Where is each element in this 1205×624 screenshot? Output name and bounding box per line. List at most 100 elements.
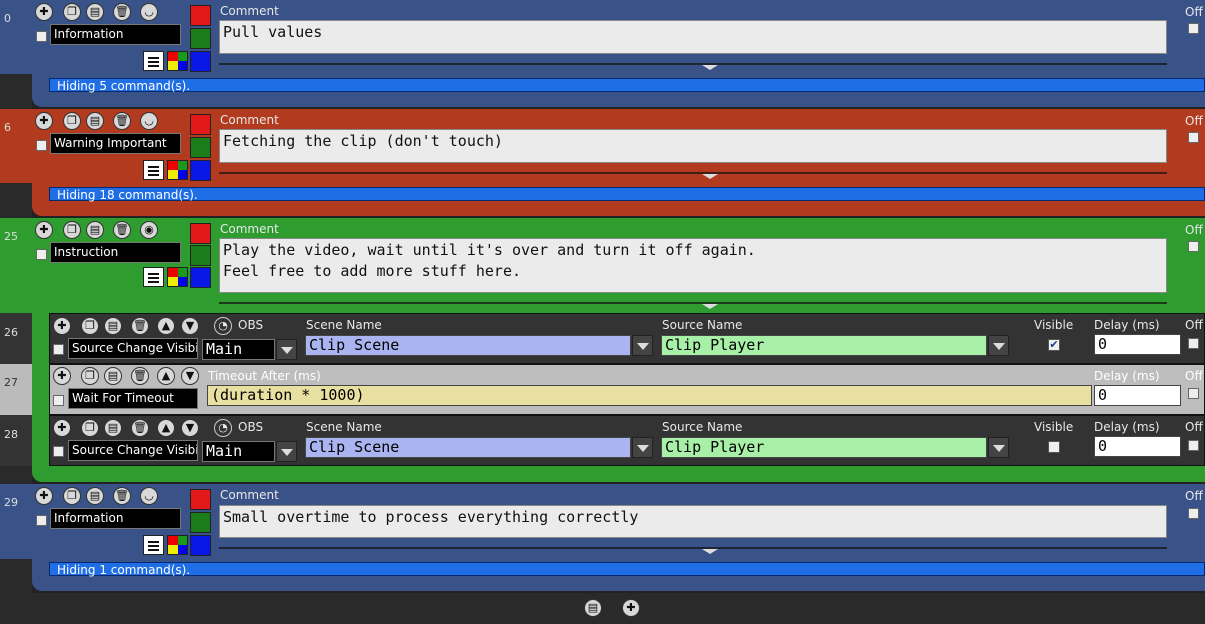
palette-icon[interactable] xyxy=(167,535,188,555)
color-red-swatch[interactable] xyxy=(190,114,211,135)
color-red-swatch[interactable] xyxy=(190,5,211,26)
comment-textarea[interactable]: Play the video, wait until it's over and… xyxy=(219,238,1167,293)
delete-icon[interactable]: 🗑 xyxy=(131,367,149,385)
color-blue-swatch[interactable] xyxy=(190,535,211,556)
comment-textarea[interactable]: Small overtime to process everything cor… xyxy=(219,505,1167,538)
chevron-down-icon[interactable] xyxy=(632,335,653,356)
color-green-swatch[interactable] xyxy=(190,137,211,158)
color-blue-swatch[interactable] xyxy=(190,51,211,72)
source-name-input[interactable]: Clip Player xyxy=(661,335,987,356)
visible-checkbox[interactable] xyxy=(1048,441,1060,453)
chevron-down-icon[interactable] xyxy=(276,441,297,462)
add-icon[interactable]: ✚ xyxy=(53,317,71,335)
delete-icon[interactable]: 🗑 xyxy=(113,112,131,130)
enable-checkbox[interactable] xyxy=(53,446,64,457)
command-type-tag[interactable]: Information xyxy=(50,508,181,529)
off-checkbox[interactable] xyxy=(1188,241,1199,252)
chevron-down-icon[interactable] xyxy=(702,304,718,309)
command-type-tag[interactable]: Instruction xyxy=(50,242,181,263)
add-icon[interactable]: ✚ xyxy=(35,221,53,239)
delete-icon[interactable]: 🗑 xyxy=(131,317,149,335)
menu-icon[interactable] xyxy=(143,51,164,71)
move-down-icon[interactable]: ▼ xyxy=(181,419,199,437)
color-red-swatch[interactable] xyxy=(190,223,211,244)
off-checkbox[interactable] xyxy=(1188,338,1199,349)
add-icon[interactable]: ✚ xyxy=(53,419,71,437)
paste-icon[interactable]: ▤ xyxy=(86,112,104,130)
delete-icon[interactable]: 🗑 xyxy=(113,3,131,21)
menu-icon[interactable] xyxy=(143,160,164,180)
timeout-input[interactable]: (duration * 1000) xyxy=(207,385,1092,406)
palette-icon[interactable] xyxy=(167,51,188,71)
delay-input[interactable]: 0 xyxy=(1094,385,1181,406)
chevron-down-icon[interactable] xyxy=(702,549,718,554)
paste-icon[interactable]: ▤ xyxy=(104,419,122,437)
menu-icon[interactable] xyxy=(143,535,164,555)
command-type-tag[interactable]: Warning Important xyxy=(50,133,181,154)
color-green-swatch[interactable] xyxy=(190,512,211,533)
scene-name-input[interactable]: Clip Scene xyxy=(305,335,631,356)
add-icon[interactable]: ✚ xyxy=(53,367,71,385)
palette-icon[interactable] xyxy=(167,160,188,180)
paste-icon[interactable]: ▤ xyxy=(86,487,104,505)
copy-icon[interactable]: ❐ xyxy=(81,367,99,385)
paste-icon[interactable]: ▤ xyxy=(584,599,602,617)
copy-icon[interactable]: ❐ xyxy=(63,3,81,21)
paste-icon[interactable]: ▤ xyxy=(86,221,104,239)
move-up-icon[interactable]: ▲ xyxy=(157,317,175,335)
collapse-icon[interactable]: ◡ xyxy=(140,3,158,21)
expand-icon[interactable]: ◉ xyxy=(140,221,158,239)
comment-textarea[interactable]: Fetching the clip (don't touch) xyxy=(219,129,1167,163)
move-down-icon[interactable]: ▼ xyxy=(181,317,199,335)
hiding-bar[interactable]: Hiding 5 command(s). xyxy=(49,78,1205,93)
move-up-icon[interactable]: ▲ xyxy=(157,419,175,437)
collapse-icon[interactable]: ◡ xyxy=(140,112,158,130)
copy-icon[interactable]: ❐ xyxy=(63,487,81,505)
add-icon[interactable]: ✚ xyxy=(35,3,53,21)
move-down-icon[interactable]: ▼ xyxy=(181,367,199,385)
chevron-down-icon[interactable] xyxy=(702,65,718,70)
enable-checkbox[interactable] xyxy=(53,395,64,406)
color-green-swatch[interactable] xyxy=(190,245,211,266)
visible-checkbox[interactable]: ✔ xyxy=(1048,339,1060,351)
copy-icon[interactable]: ❐ xyxy=(63,221,81,239)
palette-icon[interactable] xyxy=(167,267,188,287)
copy-icon[interactable]: ❐ xyxy=(63,112,81,130)
enable-checkbox[interactable] xyxy=(36,515,47,526)
paste-icon[interactable]: ▤ xyxy=(86,3,104,21)
obs-connection-select[interactable]: Main xyxy=(202,441,275,462)
comment-textarea[interactable]: Pull values xyxy=(219,20,1167,54)
hiding-bar[interactable]: Hiding 1 command(s). xyxy=(49,562,1205,577)
chevron-down-icon[interactable] xyxy=(702,174,718,179)
enable-checkbox[interactable] xyxy=(36,31,47,42)
add-icon[interactable]: ✚ xyxy=(35,487,53,505)
command-type-tag[interactable]: Wait For Timeout xyxy=(68,388,198,409)
off-checkbox[interactable] xyxy=(1188,388,1199,399)
off-checkbox[interactable] xyxy=(1188,508,1199,519)
chevron-down-icon[interactable] xyxy=(276,339,297,360)
hiding-bar[interactable]: Hiding 18 command(s). xyxy=(49,187,1205,202)
paste-icon[interactable]: ▤ xyxy=(104,317,122,335)
scene-name-input[interactable]: Clip Scene xyxy=(305,437,631,458)
move-up-icon[interactable]: ▲ xyxy=(157,367,175,385)
delete-icon[interactable]: 🗑 xyxy=(113,487,131,505)
color-blue-swatch[interactable] xyxy=(190,160,211,181)
command-type-tag[interactable]: Source Change Visibili xyxy=(68,440,198,461)
off-checkbox[interactable] xyxy=(1188,440,1199,451)
chevron-down-icon[interactable] xyxy=(988,437,1009,458)
source-name-input[interactable]: Clip Player xyxy=(661,437,987,458)
color-blue-swatch[interactable] xyxy=(190,267,211,288)
color-red-swatch[interactable] xyxy=(190,489,211,510)
obs-connection-select[interactable]: Main xyxy=(202,339,275,360)
off-checkbox[interactable] xyxy=(1188,23,1199,34)
paste-icon[interactable]: ▤ xyxy=(104,367,122,385)
command-type-tag[interactable]: Information xyxy=(50,24,181,45)
add-icon[interactable]: ✚ xyxy=(622,599,640,617)
add-icon[interactable]: ✚ xyxy=(35,112,53,130)
menu-icon[interactable] xyxy=(143,267,164,287)
copy-icon[interactable]: ❐ xyxy=(81,317,99,335)
chevron-down-icon[interactable] xyxy=(988,335,1009,356)
delay-input[interactable]: 0 xyxy=(1094,334,1181,355)
command-type-tag[interactable]: Source Change Visibili xyxy=(68,338,198,359)
enable-checkbox[interactable] xyxy=(53,344,64,355)
